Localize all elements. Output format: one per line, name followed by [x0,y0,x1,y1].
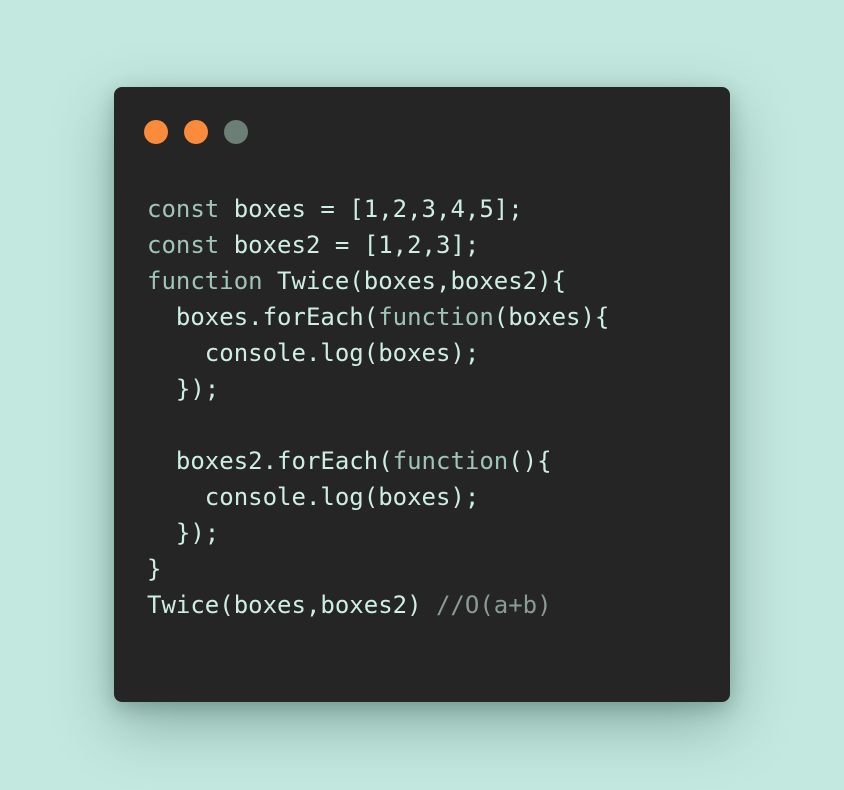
code-comment: //O(a+b) [435,591,552,619]
code-keyword: function [147,267,278,295]
code-text: boxes2.forEach( [147,447,393,475]
code-line: console.log(boxes); [147,335,609,371]
code-line: boxes2.forEach(function(){ [147,443,609,479]
code-line: const boxes = [1,2,3,4,5]; [147,191,609,227]
code-text: boxes2 = [1,2,3]; [233,231,480,259]
code-keyword: const [147,231,234,259]
code-keyword: const [147,195,234,223]
code-line: function Twice(boxes,boxes2){ [147,263,609,299]
code-text: boxes = [1,2,3,4,5]; [233,195,523,223]
code-line: const boxes2 = [1,2,3]; [147,227,609,263]
code-text: boxes.forEach( [147,303,379,331]
code-text: console.log(boxes); [147,339,480,367]
code-line: console.log(boxes); [147,479,609,515]
minimize-dot[interactable] [184,120,208,144]
code-line: } [147,551,609,587]
code-text: Twice(boxes,boxes2) [147,591,436,619]
code-line: boxes.forEach(function(boxes){ [147,299,609,335]
code-text: console.log(boxes); [147,483,480,511]
code-text: (){ [508,447,552,475]
code-keyword: function [378,303,494,331]
code-window: const boxes = [1,2,3,4,5]; const boxes2 =… [114,87,730,702]
code-line: Twice(boxes,boxes2) //O(a+b) [147,587,609,623]
code-line: }); [147,371,609,407]
code-text: (boxes){ [493,303,610,331]
code-text: } [147,555,162,583]
code-text: }); [147,519,220,547]
code-text: }); [147,375,220,403]
maximize-dot[interactable] [224,120,248,144]
code-text: Twice(boxes,boxes2){ [277,267,567,295]
code-block: const boxes = [1,2,3,4,5]; const boxes2 =… [147,191,609,623]
window-controls [144,120,248,144]
code-keyword: function [392,447,509,475]
close-dot[interactable] [144,120,168,144]
code-line: }); [147,515,609,551]
